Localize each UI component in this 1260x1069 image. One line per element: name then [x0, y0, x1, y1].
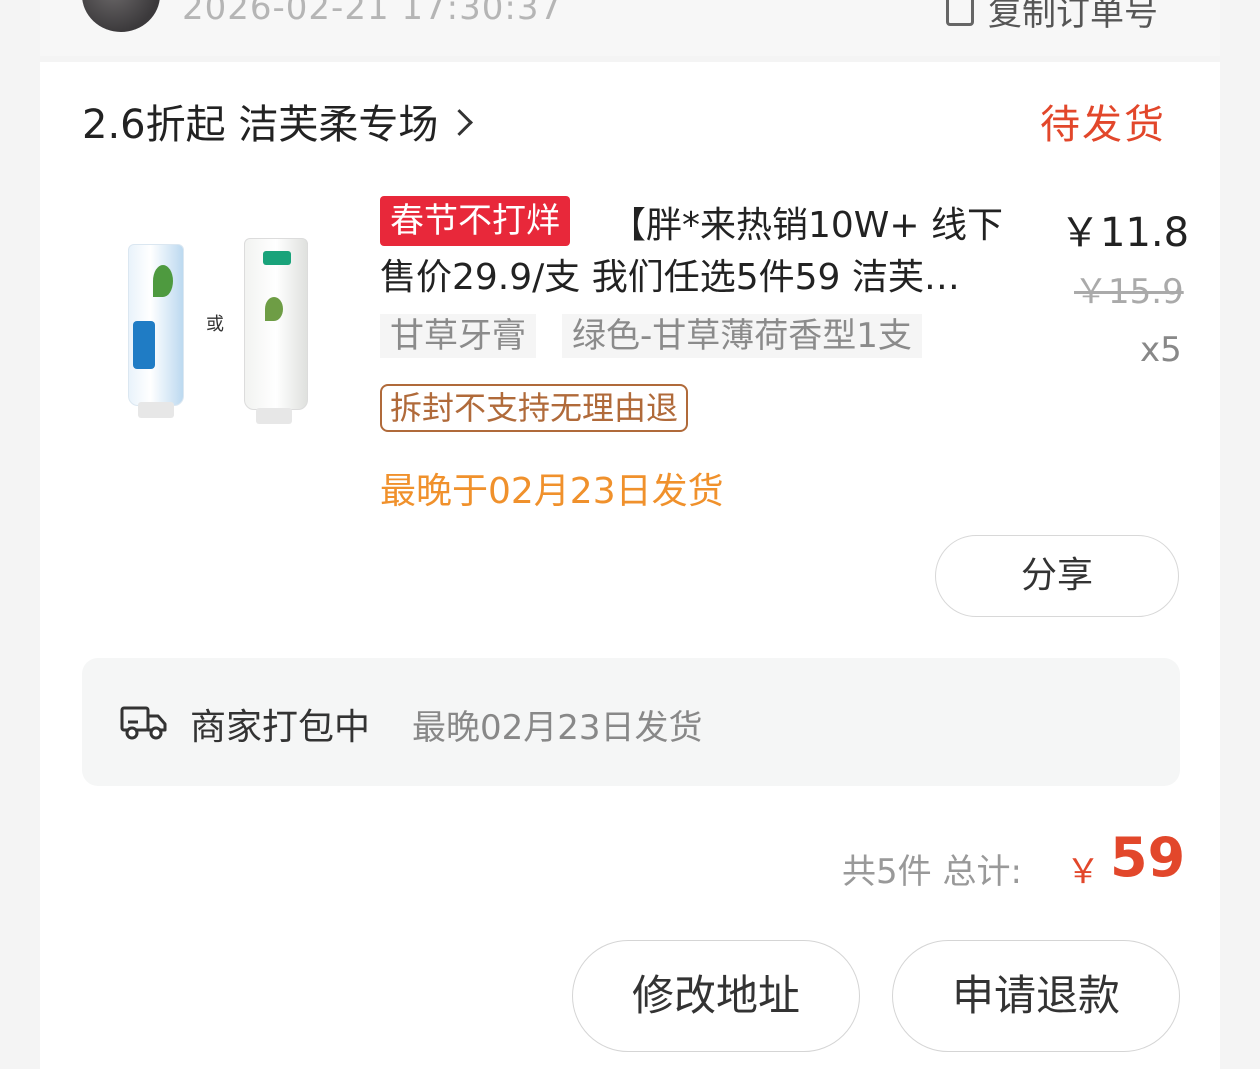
copy-icon: [946, 0, 974, 26]
sku-chip: 甘草牙膏: [380, 314, 536, 358]
chevron-right-icon: [446, 108, 474, 136]
store-title: 2.6折起 洁芙柔专场: [82, 102, 439, 148]
request-refund-button[interactable]: 申请退款: [892, 940, 1180, 1052]
copy-order-button[interactable]: 复制订单号: [946, 0, 1158, 35]
original-price: ￥15.9: [1074, 272, 1184, 312]
logistics-detail: 最晚02月23日发货: [412, 708, 703, 748]
copy-order-label: 复制订单号: [988, 0, 1158, 34]
sku-chip: 绿色-甘草薄荷香型1支: [562, 314, 922, 358]
image-or-text: 或: [206, 314, 224, 335]
product-price: ￥11.8: [1060, 210, 1190, 256]
ship-deadline: 最晚于02月23日发货: [380, 471, 724, 512]
total-label: 共5件 总计:: [842, 852, 1022, 892]
order-status: 待发货: [1040, 102, 1166, 148]
product-image[interactable]: 或: [120, 234, 320, 424]
toothpaste-tube-blue-icon: [128, 244, 184, 406]
product-quantity: x5: [1140, 330, 1182, 370]
total-amount: 59: [1110, 826, 1186, 889]
tube-cap: [256, 408, 292, 424]
store-link[interactable]: 2.6折起 洁芙柔专场: [82, 92, 474, 150]
logistics-status: 商家打包中: [190, 707, 371, 748]
tube-cap: [138, 402, 174, 418]
truck-icon: [120, 706, 167, 740]
share-button[interactable]: 分享: [935, 535, 1179, 617]
order-datetime: 2026-02-21 17:30:37: [182, 0, 563, 28]
toothpaste-tube-white-icon: [244, 238, 308, 410]
promo-badge: 春节不打烊: [380, 196, 570, 246]
modify-address-button[interactable]: 修改地址: [572, 940, 860, 1052]
return-policy-tag: 拆封不支持无理由退: [380, 384, 689, 432]
total-currency: ￥: [1066, 852, 1100, 892]
